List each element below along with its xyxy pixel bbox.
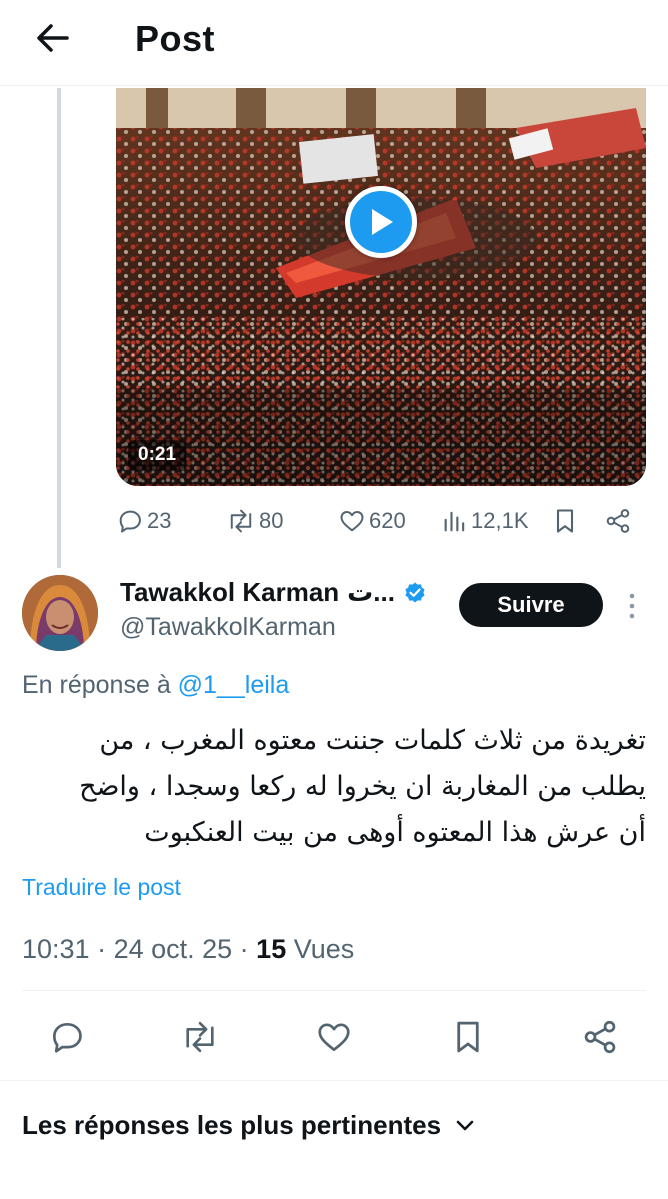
video-thumbnail: [116, 88, 646, 486]
repost-button[interactable]: [178, 1015, 222, 1059]
translate-post-link[interactable]: Traduire le post: [22, 874, 181, 901]
reply-button[interactable]: [45, 1015, 89, 1059]
bookmark-icon: [457, 1021, 479, 1053]
share-button[interactable]: [604, 503, 632, 539]
repost-icon: [186, 1021, 214, 1053]
post-date: 24 oct. 25: [113, 934, 233, 964]
video-duration: 0:21: [128, 440, 187, 470]
views-number: 15: [256, 934, 287, 964]
chevron-down-icon: [456, 1120, 474, 1130]
follow-button[interactable]: Suivre: [459, 583, 603, 627]
author-name[interactable]: Tawakkol Karman: [120, 577, 339, 608]
views-count: 12,1K: [471, 508, 529, 533]
share-icon: [606, 509, 630, 533]
video-player[interactable]: 0:21: [116, 88, 646, 486]
reply-to-mention[interactable]: @1__leila: [178, 671, 290, 699]
reply-button[interactable]: 23: [116, 503, 171, 539]
reply-to-line: En réponse à @1__leila: [22, 671, 289, 700]
like-button[interactable]: [312, 1015, 356, 1059]
meta-separator: ·: [89, 934, 114, 964]
quoted-post-actions: 23 80 620 12,1K: [116, 503, 636, 539]
replies-sort-dropdown[interactable]: Les réponses les plus pertinentes: [22, 1110, 475, 1141]
post-actions: [0, 1015, 668, 1059]
play-button[interactable]: [345, 186, 417, 258]
top-bar: Post: [0, 0, 668, 86]
author-handle[interactable]: @TawakkolKarman: [120, 613, 336, 642]
repost-count: 80: [259, 508, 284, 533]
more-vertical-icon: [629, 593, 635, 619]
arrow-left-icon: [37, 24, 69, 52]
author-row: Tawakkol Karman ...ت @TawakkolKarman Sui…: [22, 575, 652, 655]
meta-separator: ·: [232, 934, 257, 964]
page-title: Post: [135, 18, 216, 59]
avatar[interactable]: [22, 575, 98, 651]
like-button[interactable]: 620: [338, 503, 406, 539]
back-button[interactable]: [28, 16, 76, 60]
views-label: Vues: [286, 934, 355, 964]
verified-badge-icon: [405, 582, 425, 602]
tweet-text: تغريدة من ثلاث كلمات جننت معتوه المغرب ،…: [22, 718, 646, 856]
author-name-suffix: ...ت: [347, 577, 395, 607]
like-count: 620: [369, 508, 406, 533]
reply-icon: [52, 1022, 82, 1053]
reply-icon: [119, 510, 141, 533]
author-name-row: Tawakkol Karman ...ت: [120, 577, 427, 608]
share-icon: [584, 1020, 616, 1054]
bookmark-button[interactable]: [552, 503, 578, 539]
like-icon: [340, 511, 364, 532]
bookmark-button[interactable]: [446, 1015, 490, 1059]
like-icon: [318, 1023, 350, 1052]
tweet-text-line: أن عرش هذا المعتوه أوهى من بيت العنكبوت: [144, 817, 646, 848]
reply-count: 23: [147, 508, 172, 533]
tweet-text-line: يطلب من المغاربة ان يخروا له ركعا وسجدا …: [79, 771, 646, 802]
thread-connector-line: [57, 88, 61, 568]
views-icon: [444, 511, 465, 532]
divider: [0, 1080, 668, 1081]
play-icon: [372, 209, 393, 235]
post-meta: 10:31 · 24 oct. 25 · 15 Vues: [22, 934, 354, 965]
avatar-image: [22, 575, 98, 651]
share-button[interactable]: [578, 1015, 622, 1059]
reply-to-prefix: En réponse à: [22, 671, 171, 699]
tweet-text-line: تغريدة من ثلاث كلمات جننت معتوه المغرب ،…: [99, 725, 646, 756]
views-button[interactable]: 12,1K: [442, 503, 529, 539]
post-time: 10:31: [22, 934, 90, 964]
repost-button[interactable]: 80: [226, 503, 283, 539]
repost-icon: [230, 509, 252, 533]
bookmark-icon: [556, 509, 574, 533]
divider: [22, 990, 646, 991]
replies-sort-label: Les réponses les plus pertinentes: [22, 1110, 442, 1140]
more-options-button[interactable]: [620, 589, 644, 623]
